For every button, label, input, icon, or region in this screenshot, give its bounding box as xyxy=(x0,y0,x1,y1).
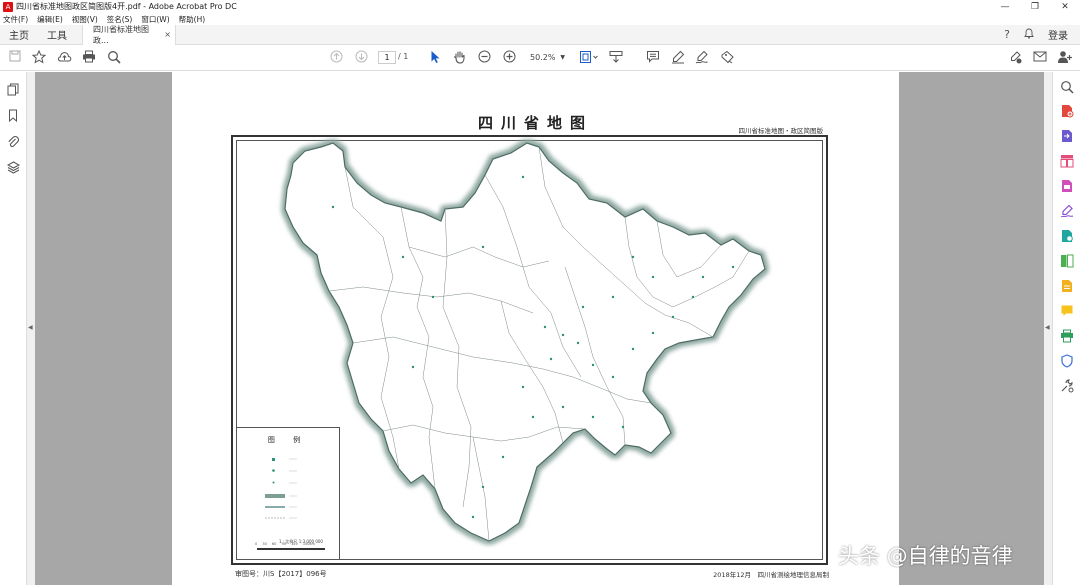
zoom-search-icon[interactable] xyxy=(1060,79,1074,94)
scroll-mode-icon[interactable] xyxy=(608,50,624,66)
minimize-button[interactable]: — xyxy=(990,2,1020,12)
hand-tool-icon[interactable] xyxy=(452,50,466,66)
sign-icon[interactable] xyxy=(694,50,710,66)
zoom-level-select[interactable]: 50.2% ▼ xyxy=(524,51,568,64)
save-icon[interactable] xyxy=(8,50,22,66)
select-cursor-icon[interactable] xyxy=(428,50,442,66)
tab-document-label: 四川省标准地图政... xyxy=(93,24,149,45)
legend-scale-ticks: 0 30 60 90 120 150km xyxy=(255,542,315,546)
send-review-icon[interactable] xyxy=(1060,228,1074,242)
chevron-left-icon: ◀ xyxy=(1045,324,1050,331)
sticky-note-icon[interactable] xyxy=(1060,303,1074,317)
comment-tool-icon[interactable] xyxy=(1060,278,1074,292)
window-title: 四川省标准地图政区简图版4开.pdf - Adobe Acrobat Pro D… xyxy=(16,2,237,11)
chevron-left-icon: ◀ xyxy=(28,324,33,331)
share-sign-icon[interactable] xyxy=(1007,50,1023,66)
comment-icon[interactable] xyxy=(645,50,661,66)
compare-files-icon[interactable] xyxy=(1060,253,1074,268)
left-navigation-panel xyxy=(0,72,27,585)
title-bar: A 四川省标准地图政区简图版4开.pdf - Adobe Acrobat Pro… xyxy=(0,0,1080,13)
layers-icon[interactable] xyxy=(6,161,20,175)
notification-bell-icon[interactable] xyxy=(1018,28,1040,42)
tab-document[interactable]: 四川省标准地图政... × xyxy=(82,24,176,45)
page-total: / 1 xyxy=(398,52,409,61)
tab-bar: 主页 工具 四川省标准地图政... × ? 登录 xyxy=(0,24,1080,45)
left-panel-toggle[interactable]: ◀ xyxy=(27,72,35,585)
next-page-icon[interactable] xyxy=(354,50,368,66)
bookmarks-icon[interactable] xyxy=(6,109,20,123)
help-icon[interactable]: ? xyxy=(996,28,1018,41)
fill-sign-icon[interactable] xyxy=(1060,203,1074,218)
chevron-down-icon: ▼ xyxy=(560,54,565,61)
shield-icon[interactable] xyxy=(1060,353,1074,368)
right-panel-toggle[interactable]: ◀ xyxy=(1044,72,1052,585)
right-tools-panel xyxy=(1052,72,1080,585)
menu-help[interactable]: 帮助(H) xyxy=(179,14,206,25)
zoom-level-value: 50.2% xyxy=(530,53,556,62)
email-icon[interactable] xyxy=(1032,50,1048,66)
more-tools-icon[interactable] xyxy=(1060,378,1074,393)
tab-home[interactable]: 主页 xyxy=(0,27,38,42)
stamp-tag-icon[interactable] xyxy=(719,50,735,66)
fit-page-icon[interactable] xyxy=(578,50,600,66)
zoom-search-icon[interactable] xyxy=(106,50,122,66)
export-pdf-icon[interactable] xyxy=(1060,128,1074,142)
acrobat-icon: A xyxy=(3,1,13,12)
create-pdf-icon[interactable] xyxy=(1060,103,1074,118)
edit-pdf-icon[interactable] xyxy=(1060,178,1074,192)
map-legend: 图 例 1 : 比例尺 1:3 000 000 0 30 60 90 120 1… xyxy=(236,427,340,560)
map-frame: 图 例 1 : 比例尺 1:3 000 000 0 30 60 90 120 1… xyxy=(231,135,828,565)
login-link[interactable]: 登录 xyxy=(1048,27,1068,42)
legend-scale-bar xyxy=(257,548,325,550)
cloud-upload-icon[interactable] xyxy=(56,50,72,66)
page-thumbnails-icon[interactable] xyxy=(6,83,20,97)
maximize-button[interactable]: ❐ xyxy=(1020,2,1050,12)
organize-pages-icon[interactable] xyxy=(1060,153,1074,168)
menu-file[interactable]: 文件(F) xyxy=(3,14,28,25)
legend-symbols xyxy=(265,458,297,519)
menu-edit[interactable]: 编辑(E) xyxy=(37,14,63,25)
pdf-page: 四川省地图 四川省标准地图・政区简图版 图 例 1: 比例尺 1:3 000 … xyxy=(172,72,899,585)
province-outline xyxy=(284,142,766,542)
tab-tools[interactable]: 工具 xyxy=(38,27,76,42)
watermark-text: 头条 @自律的音律 xyxy=(838,544,1013,568)
map-publisher: 2018年12月 四川省测绘地理信息局制 xyxy=(713,571,829,579)
document-viewer[interactable]: 四川省地图 四川省标准地图・政区简图版 图 例 1: 比例尺 1:3 000 … xyxy=(35,72,1044,585)
add-user-icon[interactable] xyxy=(1056,50,1072,66)
page-number-input[interactable]: 1 xyxy=(378,51,396,64)
previous-page-icon[interactable] xyxy=(329,50,343,66)
map-approval-number: 审图号：川S【2017】096号 xyxy=(235,570,327,578)
zoom-out-icon[interactable] xyxy=(477,50,491,66)
attachments-icon[interactable] xyxy=(6,135,20,149)
close-button[interactable]: ✕ xyxy=(1050,2,1080,12)
bookmark-star-icon[interactable] xyxy=(31,49,47,66)
close-tab-icon[interactable]: × xyxy=(164,30,171,39)
print-icon[interactable] xyxy=(81,50,97,66)
protect-print-icon[interactable] xyxy=(1060,328,1074,343)
map-subtitle: 四川省标准地图・政区简图版 xyxy=(738,127,824,135)
zoom-in-icon[interactable] xyxy=(502,50,516,66)
highlight-pen-icon[interactable] xyxy=(670,50,686,66)
